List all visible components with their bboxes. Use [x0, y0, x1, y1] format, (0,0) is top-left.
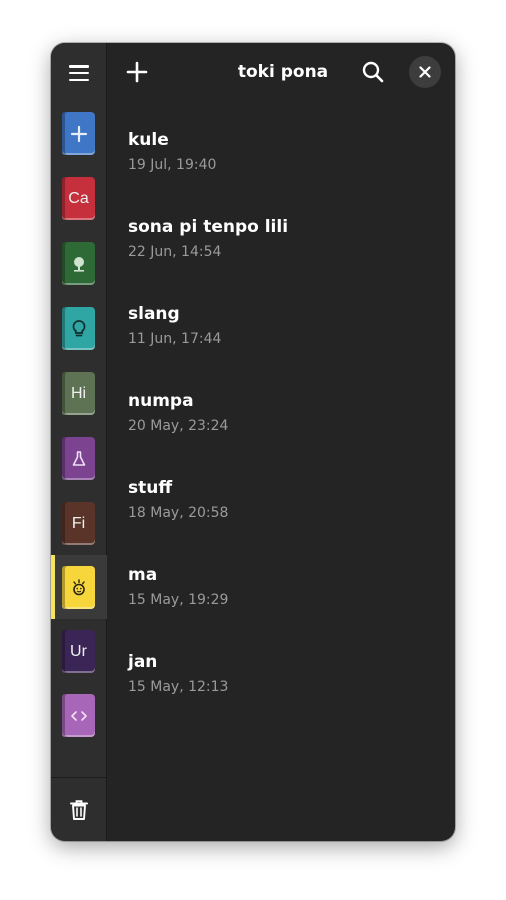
hamburger-menu-icon[interactable] — [67, 63, 91, 83]
note-list-item[interactable]: sona pi tenpo lili 22 Jun, 14:54 — [108, 217, 455, 297]
page-title: toki pona — [237, 62, 329, 82]
note-title: jan — [128, 652, 158, 672]
note-list-item[interactable]: numpa 20 May, 23:24 — [108, 391, 455, 471]
note-list-item[interactable]: stuff 18 May, 20:58 — [108, 478, 455, 558]
lightbulb-icon — [72, 319, 85, 336]
notebook-sidebar: Ca Hi Fi Ur — [51, 43, 107, 841]
notebook-sun-selected[interactable] — [51, 555, 107, 619]
search-icon[interactable] — [361, 60, 385, 84]
notebook-cover: Hi — [62, 372, 95, 415]
note-title: ma — [128, 565, 158, 585]
notebook-ur[interactable]: Ur — [51, 619, 107, 683]
note-date: 20 May, 23:24 — [128, 418, 229, 434]
notebook-cover — [62, 307, 95, 350]
note-date: 19 Jul, 19:40 — [128, 157, 217, 173]
tree-icon — [73, 256, 84, 272]
notebook-new[interactable] — [51, 101, 107, 165]
notebook-cover: Ur — [62, 630, 95, 673]
notebook-label: Ur — [70, 642, 87, 660]
notebook-lightbulb[interactable] — [51, 296, 107, 360]
note-date: 15 May, 12:13 — [128, 679, 229, 695]
header-bar: toki pona — [108, 43, 455, 101]
note-date: 18 May, 20:58 — [128, 505, 229, 521]
notebook-code[interactable] — [51, 683, 107, 747]
plus-icon[interactable] — [126, 61, 148, 83]
note-date: 15 May, 19:29 — [128, 592, 229, 608]
close-icon — [419, 66, 431, 78]
notebook-cover — [62, 566, 95, 609]
notebook-cover: Ca — [62, 177, 95, 220]
notebook-cover — [62, 437, 95, 480]
app-window: Ca Hi Fi Ur toki pona kule 19 Jul, 19:40… — [51, 43, 455, 841]
note-title: sona pi tenpo lili — [128, 217, 289, 237]
note-title: slang — [128, 304, 180, 324]
notebook-cover — [62, 242, 95, 285]
note-list-item[interactable]: kule 19 Jul, 19:40 — [108, 130, 455, 210]
note-list-item[interactable]: slang 11 Jun, 17:44 — [108, 304, 455, 384]
note-title: stuff — [128, 478, 173, 498]
notebook-cover — [62, 694, 95, 737]
notebook-cover — [62, 112, 95, 155]
sidebar-footer — [51, 777, 107, 841]
notes-panel: toki pona kule 19 Jul, 19:40 sona pi ten… — [108, 43, 455, 841]
notebook-tree[interactable] — [51, 231, 107, 295]
note-title: kule — [128, 130, 169, 150]
notebook-hi[interactable]: Hi — [51, 361, 107, 425]
note-list-item[interactable]: jan 15 May, 12:13 — [108, 652, 455, 732]
note-date: 22 Jun, 14:54 — [128, 244, 222, 260]
code-icon — [70, 710, 87, 721]
notebook-label: Hi — [70, 384, 87, 402]
notebook-label: Ca — [68, 189, 89, 207]
note-list-item[interactable]: ma 15 May, 19:29 — [108, 565, 455, 645]
notebook-label: Fi — [71, 514, 86, 532]
note-date: 11 Jun, 17:44 — [128, 331, 222, 347]
note-title: numpa — [128, 391, 194, 411]
trash-icon[interactable] — [69, 799, 89, 821]
notebook-flask[interactable] — [51, 426, 107, 490]
close-button[interactable] — [409, 56, 441, 88]
notebook-ca[interactable]: Ca — [51, 166, 107, 230]
flask-icon — [72, 450, 85, 466]
plus-icon — [70, 125, 87, 142]
sun-face-icon — [72, 578, 85, 595]
notebook-cover: Fi — [62, 502, 95, 545]
notebook-fi[interactable]: Fi — [51, 491, 107, 555]
